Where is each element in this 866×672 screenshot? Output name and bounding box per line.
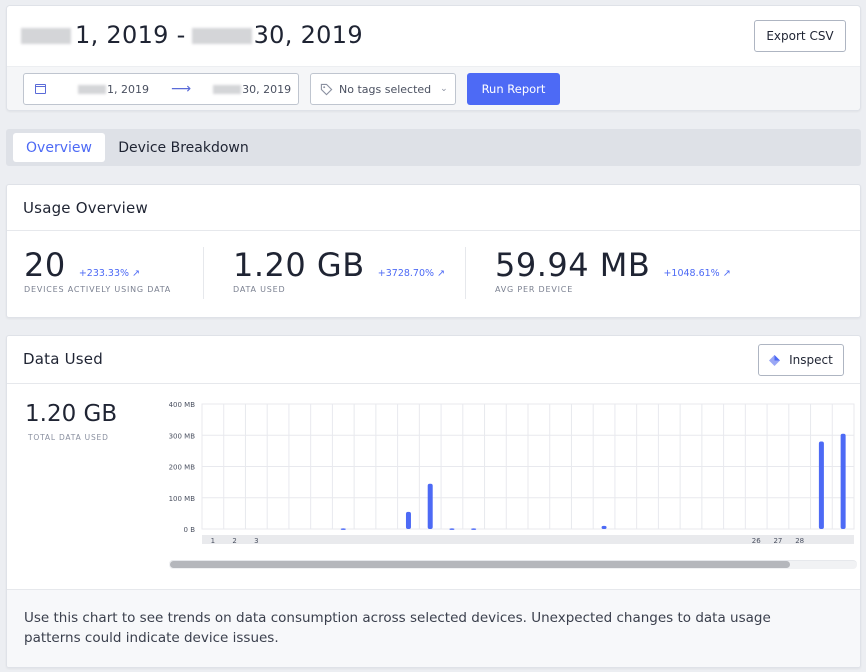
- bar: [340, 528, 346, 530]
- x-tick-label: 28: [795, 537, 804, 545]
- divider: [7, 230, 860, 231]
- usage-overview-card: Usage Overview 20 +233.33% ↗ DEVICES ACT…: [6, 184, 861, 318]
- y-tick-label: 0 B: [184, 526, 196, 534]
- page-title: 1, 2019 - 30, 2019: [21, 21, 363, 49]
- chart-footer: Use this chart to see trends on data con…: [7, 589, 860, 667]
- tag-icon: [320, 83, 333, 95]
- bar: [405, 511, 411, 529]
- data-used-card: Data Used Inspect 1.20 GB TOTAL DATA USE…: [6, 335, 861, 668]
- stat-value: 1.20 GB: [233, 246, 365, 284]
- title-start-date: 1, 2019 -: [75, 21, 186, 49]
- stat-devices: 20 +233.33% ↗ DEVICES ACTIVELY USING DAT…: [24, 246, 171, 294]
- tabs-bar: Overview Device Breakdown: [6, 129, 861, 166]
- usage-overview-title: Usage Overview: [23, 199, 148, 217]
- divider: [203, 247, 204, 299]
- chart-scrollbar-thumb[interactable]: [170, 561, 790, 568]
- tags-select[interactable]: No tags selected ⌄: [310, 73, 456, 105]
- tags-label: No tags selected: [339, 82, 432, 96]
- stat-avg-per-device: 59.94 MB +1048.61% ↗ AVG PER DEVICE: [495, 246, 731, 294]
- data-used-title: Data Used: [23, 350, 103, 368]
- bar: [840, 433, 846, 529]
- divider: [465, 247, 466, 299]
- date-start: 1, 2019: [78, 83, 149, 96]
- inspect-icon: [769, 354, 781, 366]
- stat-value: 59.94 MB: [495, 246, 651, 284]
- redacted-month: [213, 85, 242, 94]
- date-end-text: 30, 2019: [242, 82, 292, 96]
- stat-delta: +233.33% ↗: [78, 268, 141, 279]
- y-tick-label: 300 MB: [169, 432, 196, 440]
- data-used-chart: 0 B 100 MB 200 MB 300 MB 400 MB 1 2 3 26 27 28: [169, 401, 855, 545]
- total-data-label: TOTAL DATA USED: [28, 433, 109, 442]
- tab-overview[interactable]: Overview: [13, 133, 105, 162]
- stat-data-used: 1.20 GB +3728.70% ↗ DATA USED: [233, 246, 445, 294]
- bar: [601, 525, 607, 529]
- tab-device-breakdown[interactable]: Device Breakdown: [111, 133, 256, 162]
- redacted-month: [191, 28, 252, 44]
- calendar-icon: [35, 84, 46, 94]
- export-csv-button[interactable]: Export CSV: [754, 20, 846, 52]
- redacted-month: [21, 28, 71, 44]
- inspect-button[interactable]: Inspect: [758, 344, 844, 376]
- report-header: 1, 2019 - 30, 2019 Export CSV 1, 2019 ⟶ 3…: [6, 5, 861, 111]
- stat-delta: +3728.70% ↗: [377, 268, 446, 279]
- stat-label: DEVICES ACTIVELY USING DATA: [24, 285, 172, 294]
- stat-value: 20: [24, 246, 66, 284]
- chevron-down-icon: ⌄: [440, 84, 448, 94]
- stat-delta: +1048.61% ↗: [663, 268, 731, 279]
- x-tick-label: 27: [773, 537, 782, 545]
- y-tick-label: 200 MB: [169, 464, 196, 472]
- y-tick-label: 400 MB: [169, 401, 196, 409]
- title-end-date: 30, 2019: [253, 21, 363, 49]
- x-tick-label: 2: [232, 537, 236, 545]
- filter-row: 1, 2019 ⟶ 30, 2019 No tags selected ⌄ Ru…: [7, 66, 860, 110]
- bar: [427, 483, 433, 529]
- bar: [449, 528, 455, 530]
- x-tick-label: 1: [211, 537, 215, 545]
- total-data-value: 1.20 GB: [25, 401, 118, 427]
- y-tick-label: 100 MB: [169, 495, 196, 503]
- stat-label: AVG PER DEVICE: [495, 285, 574, 294]
- inspect-label: Inspect: [789, 353, 833, 367]
- date-end: 30, 2019: [213, 83, 291, 96]
- bar: [818, 441, 824, 529]
- redacted-month: [78, 85, 106, 94]
- date-start-text: 1, 2019: [107, 82, 149, 96]
- arrow-right-icon: ⟶: [171, 81, 192, 97]
- x-tick-label: 26: [752, 537, 761, 545]
- date-range-picker[interactable]: 1, 2019 ⟶ 30, 2019: [23, 73, 299, 105]
- divider: [7, 383, 860, 384]
- chart-description: Use this chart to see trends on data con…: [24, 610, 771, 646]
- title-row: 1, 2019 - 30, 2019 Export CSV: [7, 6, 860, 66]
- bar: [471, 528, 477, 530]
- run-report-button[interactable]: Run Report: [467, 73, 560, 105]
- x-tick-label: 3: [254, 537, 258, 545]
- stat-label: DATA USED: [233, 285, 286, 294]
